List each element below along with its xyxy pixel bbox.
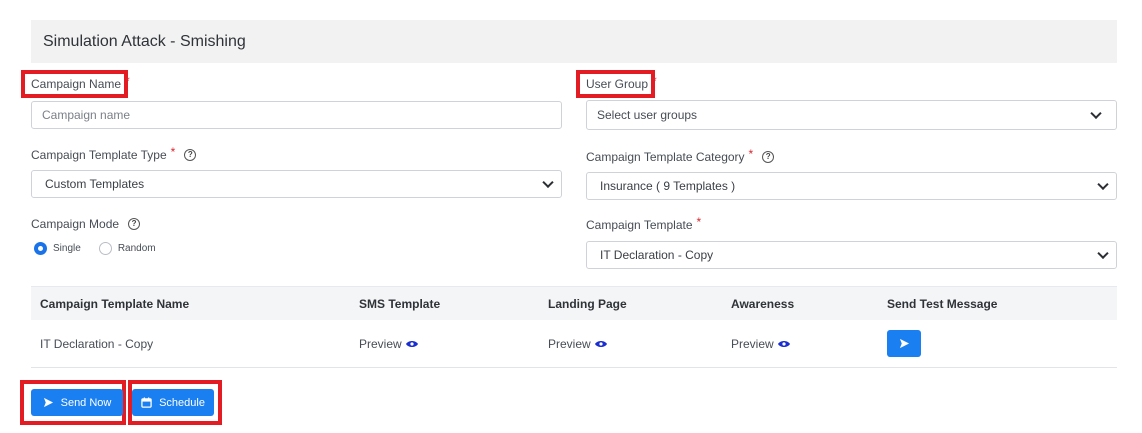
send-test-message-cell xyxy=(887,330,921,357)
help-icon[interactable]: ? xyxy=(128,218,141,230)
send-test-message-button[interactable] xyxy=(887,330,921,357)
template-type-select[interactable]: Custom Templates xyxy=(31,170,562,198)
table-row: IT Declaration - Copy Preview Preview Pr… xyxy=(31,320,1117,368)
radio-random[interactable]: Random xyxy=(98,242,156,255)
chevron-down-icon xyxy=(1090,107,1102,120)
campaign-name-input[interactable]: Campaign name xyxy=(31,101,562,129)
radio-unchecked-icon[interactable] xyxy=(98,242,112,255)
eye-icon xyxy=(777,340,790,347)
chevron-down-icon xyxy=(1097,178,1109,191)
radio-single[interactable]: Single xyxy=(34,242,81,255)
table-header: Campaign Template Name SMS Template Land… xyxy=(31,286,1117,320)
awareness-preview-link[interactable]: Preview xyxy=(731,337,790,351)
page-title: Simulation Attack - Smishing xyxy=(43,32,246,50)
col-header-landing: Landing Page xyxy=(548,296,627,311)
eye-icon xyxy=(405,340,418,347)
campaign-name-label: Campaign Name * xyxy=(31,74,130,91)
template-type-label: Campaign Template Type * ? xyxy=(31,145,197,162)
template-name-cell: IT Declaration - Copy xyxy=(40,336,154,351)
col-header-awareness: Awareness xyxy=(731,296,795,311)
user-group-select[interactable]: Select user groups xyxy=(586,100,1117,130)
col-header-name: Campaign Template Name xyxy=(40,296,190,311)
send-now-button[interactable]: Send Now xyxy=(31,389,123,416)
campaign-template-label: Campaign Template * xyxy=(586,215,702,232)
col-header-send-test: Send Test Message xyxy=(887,296,998,311)
help-icon[interactable]: ? xyxy=(184,149,197,161)
radio-checked-icon[interactable] xyxy=(34,242,47,255)
campaign-mode-label: Campaign Mode ? xyxy=(31,217,141,231)
chevron-down-icon xyxy=(542,176,554,189)
calendar-icon xyxy=(141,397,152,408)
campaign-template-select[interactable]: IT Declaration - Copy xyxy=(586,241,1117,269)
template-category-select[interactable]: Insurance ( 9 Templates ) xyxy=(586,172,1117,200)
user-group-label: User Group * xyxy=(586,74,657,91)
landing-preview-link[interactable]: Preview xyxy=(548,337,607,351)
section-header: Simulation Attack - Smishing xyxy=(31,20,1117,63)
template-category-label: Campaign Template Category * ? xyxy=(586,147,775,164)
help-icon[interactable]: ? xyxy=(762,151,775,163)
campaign-mode-radio-group: Single Random xyxy=(34,242,164,255)
templates-table: Campaign Template Name SMS Template Land… xyxy=(31,286,1117,368)
campaign-form-page: Simulation Attack - Smishing Campaign Na… xyxy=(0,0,1142,433)
chevron-down-icon xyxy=(1097,247,1109,260)
col-header-sms: SMS Template xyxy=(359,296,441,311)
send-icon xyxy=(899,338,909,349)
schedule-button[interactable]: Schedule xyxy=(132,389,214,416)
sms-preview-link[interactable]: Preview xyxy=(359,337,418,351)
send-icon xyxy=(43,397,53,408)
eye-icon xyxy=(594,340,607,347)
